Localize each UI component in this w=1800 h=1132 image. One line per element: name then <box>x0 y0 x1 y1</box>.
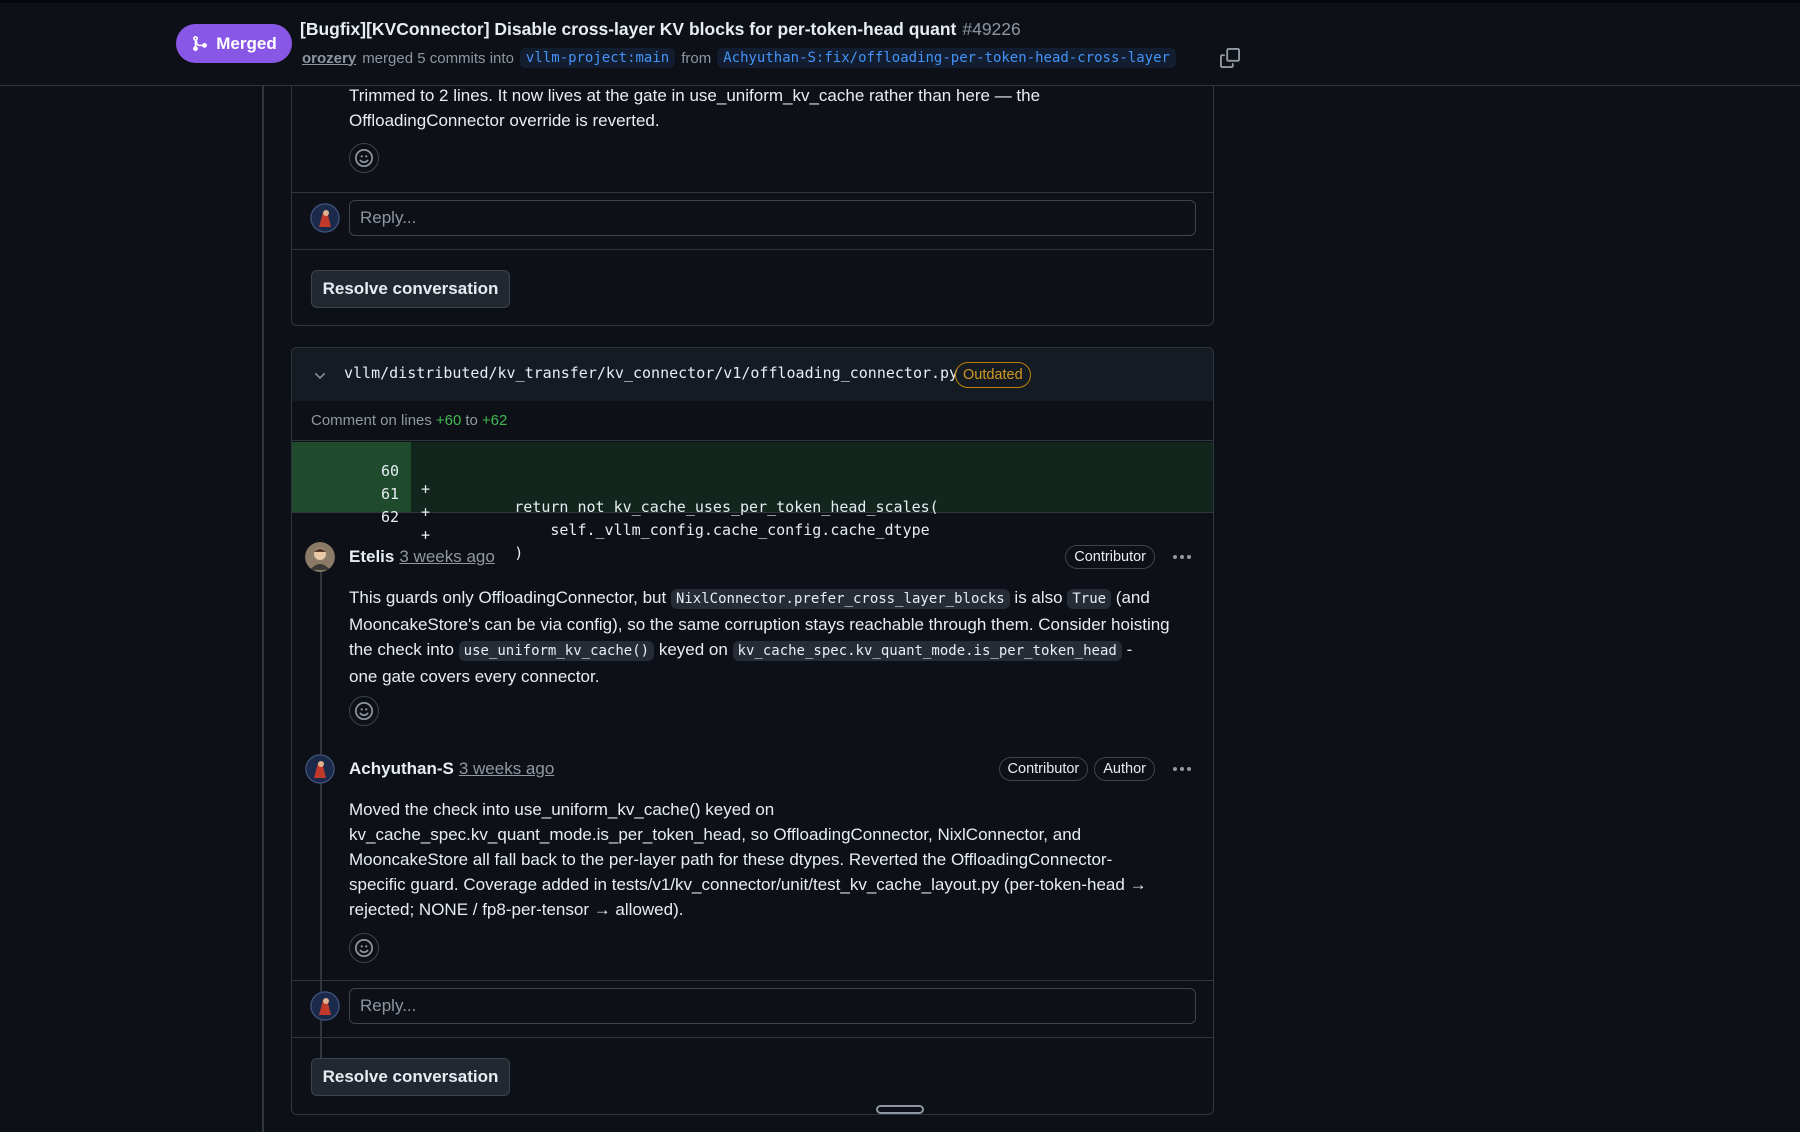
comment-actions: Contributor Author <box>998 757 1197 781</box>
reply-input[interactable]: Reply... <box>349 200 1196 236</box>
comment-line: MooncakeStore all fall back to the per-l… <box>349 850 1113 869</box>
current-user-avatar <box>310 991 340 1021</box>
merged-text: merged 5 commits into <box>362 49 514 67</box>
text: is also <box>1014 588 1063 607</box>
diff-line: 60 + return not kv_cache_uses_per_token_… <box>292 444 1213 516</box>
inline-code: NixlConnector.prefer_cross_layer_blocks <box>670 589 1010 609</box>
outdated-badge: Outdated <box>955 362 1031 388</box>
copy-icon[interactable] <box>1220 48 1240 68</box>
comment-header: Etelis 3 weeks ago Contributor <box>305 541 1197 573</box>
comment-actions: Contributor <box>1065 545 1197 569</box>
review-thread: vllm/distributed/kv_transfer/kv_connecto… <box>291 347 1214 1115</box>
inline-code: use_uniform_kv_cache() <box>458 641 655 661</box>
pr-merge-meta: orozery merged 5 commits into vllm-proje… <box>302 48 1176 68</box>
range-to: to <box>465 412 478 429</box>
comment-author-link[interactable]: Etelis <box>349 547 394 567</box>
file-header: vllm/distributed/kv_transfer/kv_connecto… <box>292 348 1213 401</box>
diff-line: 62 + ) <box>292 490 1213 562</box>
comment-line: rejected; NONE / fp8-per-tensor → allowe… <box>349 900 684 919</box>
contributor-badge: Contributor <box>998 757 1089 781</box>
comment-line: Moved the check into use_uniform_kv_cach… <box>349 800 775 819</box>
text: (and <box>1115 588 1150 607</box>
comment-body: Moved the check into use_uniform_kv_cach… <box>349 797 1199 922</box>
scroll-handle[interactable] <box>876 1105 924 1114</box>
merged-status-badge: Merged <box>176 24 292 63</box>
comment-line: the check into use_uniform_kv_cache() ke… <box>349 637 1199 664</box>
range-end: +62 <box>481 412 508 429</box>
add-reaction-button[interactable] <box>349 143 379 173</box>
kebab-horizontal-icon <box>1173 767 1191 771</box>
comment-on-label: Comment on lines <box>311 412 432 429</box>
diff-code: self._vllm_config.cache_config.cache_dty… <box>442 521 930 539</box>
chevron-down-icon[interactable] <box>312 368 328 384</box>
comment-timestamp-link[interactable]: 3 weeks ago <box>459 759 554 779</box>
add-reaction-button[interactable] <box>349 696 379 726</box>
git-merge-icon <box>193 36 208 51</box>
reply-input[interactable]: Reply... <box>349 988 1196 1024</box>
etelis-avatar[interactable] <box>305 542 335 572</box>
text: - <box>1126 640 1133 659</box>
contributor-badge: Contributor <box>1065 545 1155 569</box>
comment-author-link[interactable]: Achyuthan-S <box>349 759 454 779</box>
text: the check into <box>349 640 454 659</box>
comment-timestamp-link[interactable]: 3 weeks ago <box>399 547 494 567</box>
comment-line: specific guard. Coverage added in tests/… <box>349 875 1147 894</box>
comment-line: one gate covers every connector. <box>349 667 600 686</box>
merged-label: Merged <box>216 33 277 53</box>
pr-sticky-header: Merged [Bugfix][KVConnector] Disable cro… <box>0 0 1800 86</box>
review-thread: Trimmed to 2 lines. It now lives at the … <box>291 60 1214 326</box>
inline-code: kv_cache_spec.kv_quant_mode.is_per_token… <box>732 641 1122 661</box>
pr-title: [Bugfix][KVConnector] Disable cross-laye… <box>300 19 1021 40</box>
base-branch-link[interactable]: vllm-project:main <box>519 48 676 68</box>
text: This guards only OffloadingConnector, bu… <box>349 588 667 607</box>
diff-hunk: 60 + return not kv_cache_uses_per_token_… <box>292 442 1213 562</box>
file-path-link[interactable]: vllm/distributed/kv_transfer/kv_connecto… <box>344 364 958 382</box>
resolve-conversation-button[interactable]: Resolve conversation <box>311 270 510 308</box>
comment-options-button[interactable] <box>1167 545 1197 569</box>
resolve-conversation-button[interactable]: Resolve conversation <box>311 1058 510 1096</box>
comment-body: This guards only OffloadingConnector, bu… <box>349 585 1199 689</box>
pr-number: #49226 <box>962 19 1021 39</box>
reply-placeholder: Reply... <box>360 996 417 1015</box>
author-badge: Author <box>1094 757 1155 781</box>
comment-body: Trimmed to 2 lines. It now lives at the … <box>349 83 1040 133</box>
diff-line: 61 + self._vllm_config.cache_config.cach… <box>292 467 1213 539</box>
comment-line: Trimmed to 2 lines. It now lives at the … <box>349 86 1041 105</box>
smiley-icon <box>355 939 373 957</box>
smiley-icon <box>355 149 373 167</box>
merger-username-link[interactable]: orozery <box>302 50 356 67</box>
smiley-icon <box>355 702 373 720</box>
text: keyed on <box>658 640 728 659</box>
comment-line-range: Comment on lines +60 to +62 <box>292 401 1213 441</box>
comment-header: Achyuthan-S 3 weeks ago Contributor Auth… <box>305 753 1197 785</box>
range-start: +60 <box>435 412 462 429</box>
achyuthan-avatar[interactable] <box>305 754 335 784</box>
comment-line: MooncakeStore's can be via config), so t… <box>349 615 1170 634</box>
comment-options-button[interactable] <box>1167 757 1197 781</box>
from-text: from <box>681 49 712 67</box>
inline-code: True <box>1067 589 1112 609</box>
add-reaction-button[interactable] <box>349 933 379 963</box>
comment-line: This guards only OffloadingConnector, bu… <box>349 585 1199 612</box>
current-user-avatar <box>310 203 340 233</box>
reply-placeholder: Reply... <box>360 208 417 227</box>
pr-title-text: [Bugfix][KVConnector] Disable cross-laye… <box>300 19 957 39</box>
head-branch-link[interactable]: Achyuthan-S:fix/offloading-per-token-hea… <box>717 48 1176 68</box>
timeline-rail <box>262 86 264 1132</box>
comment-line: OffloadingConnector override is reverted… <box>349 111 660 130</box>
kebab-horizontal-icon <box>1173 555 1191 559</box>
comment-line: kv_cache_spec.kv_quant_mode.is_per_token… <box>349 825 1082 844</box>
line-number: 62 <box>380 508 399 526</box>
